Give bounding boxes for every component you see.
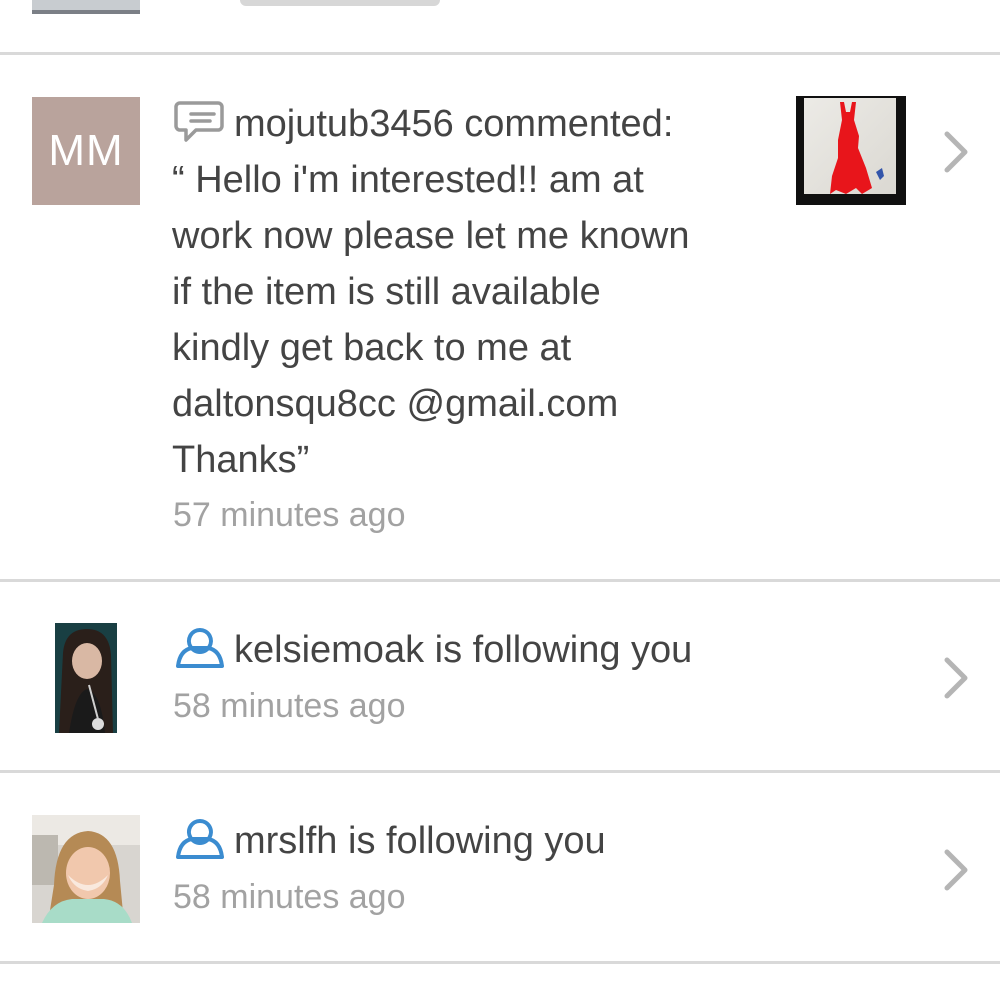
follow-user-icon — [176, 819, 224, 859]
avatar[interactable] — [55, 623, 117, 733]
comment-line: kindly get back to me at — [172, 327, 572, 369]
avatar-image — [32, 815, 140, 923]
chevron-right-icon[interactable] — [941, 656, 971, 700]
comment-line: daltonsqu8cc @gmail.com — [172, 383, 619, 425]
timestamp: 57 minutes ago — [173, 496, 406, 534]
follow-user-icon — [176, 628, 224, 668]
notification-headline: kelsiemoak is following you — [234, 629, 693, 671]
notification-headline: mojutub3456 commented: — [234, 103, 674, 145]
clipped-text — [240, 0, 440, 6]
avatar[interactable] — [32, 815, 140, 923]
comment-line: work now please let me known — [172, 215, 690, 257]
comment-line: if the item is still available — [172, 271, 601, 313]
timestamp: 58 minutes ago — [173, 878, 406, 916]
listing-thumbnail[interactable] — [796, 96, 906, 205]
comment-line: “ Hello i'm interested!! am at — [172, 159, 644, 201]
chevron-right-icon[interactable] — [941, 130, 971, 174]
notification-headline: mrslfh is following you — [234, 820, 606, 862]
red-dress-image — [796, 96, 906, 205]
avatar-image — [55, 623, 117, 733]
notification-comment[interactable]: MM mojutub3456 commented: “ Hello i'm in… — [0, 55, 1000, 579]
notification-follow[interactable]: kelsiemoak is following you 58 minutes a… — [0, 582, 1000, 770]
avatar — [32, 0, 140, 14]
notifications-feed: MM mojutub3456 commented: “ Hello i'm in… — [0, 0, 1000, 1000]
comment-bubble-icon — [174, 101, 224, 142]
chevron-right-icon[interactable] — [941, 848, 971, 892]
notification-item-partial[interactable] — [0, 964, 1000, 1000]
notification-follow[interactable]: mrslfh is following you 58 minutes ago — [0, 773, 1000, 961]
comment-line: Thanks” — [172, 439, 310, 481]
notification-item-partial[interactable] — [0, 0, 1000, 52]
timestamp: 58 minutes ago — [173, 687, 406, 725]
avatar-initials[interactable]: MM — [32, 97, 140, 205]
comment-text: “ Hello i'm interested!! am at work now p… — [172, 152, 772, 488]
